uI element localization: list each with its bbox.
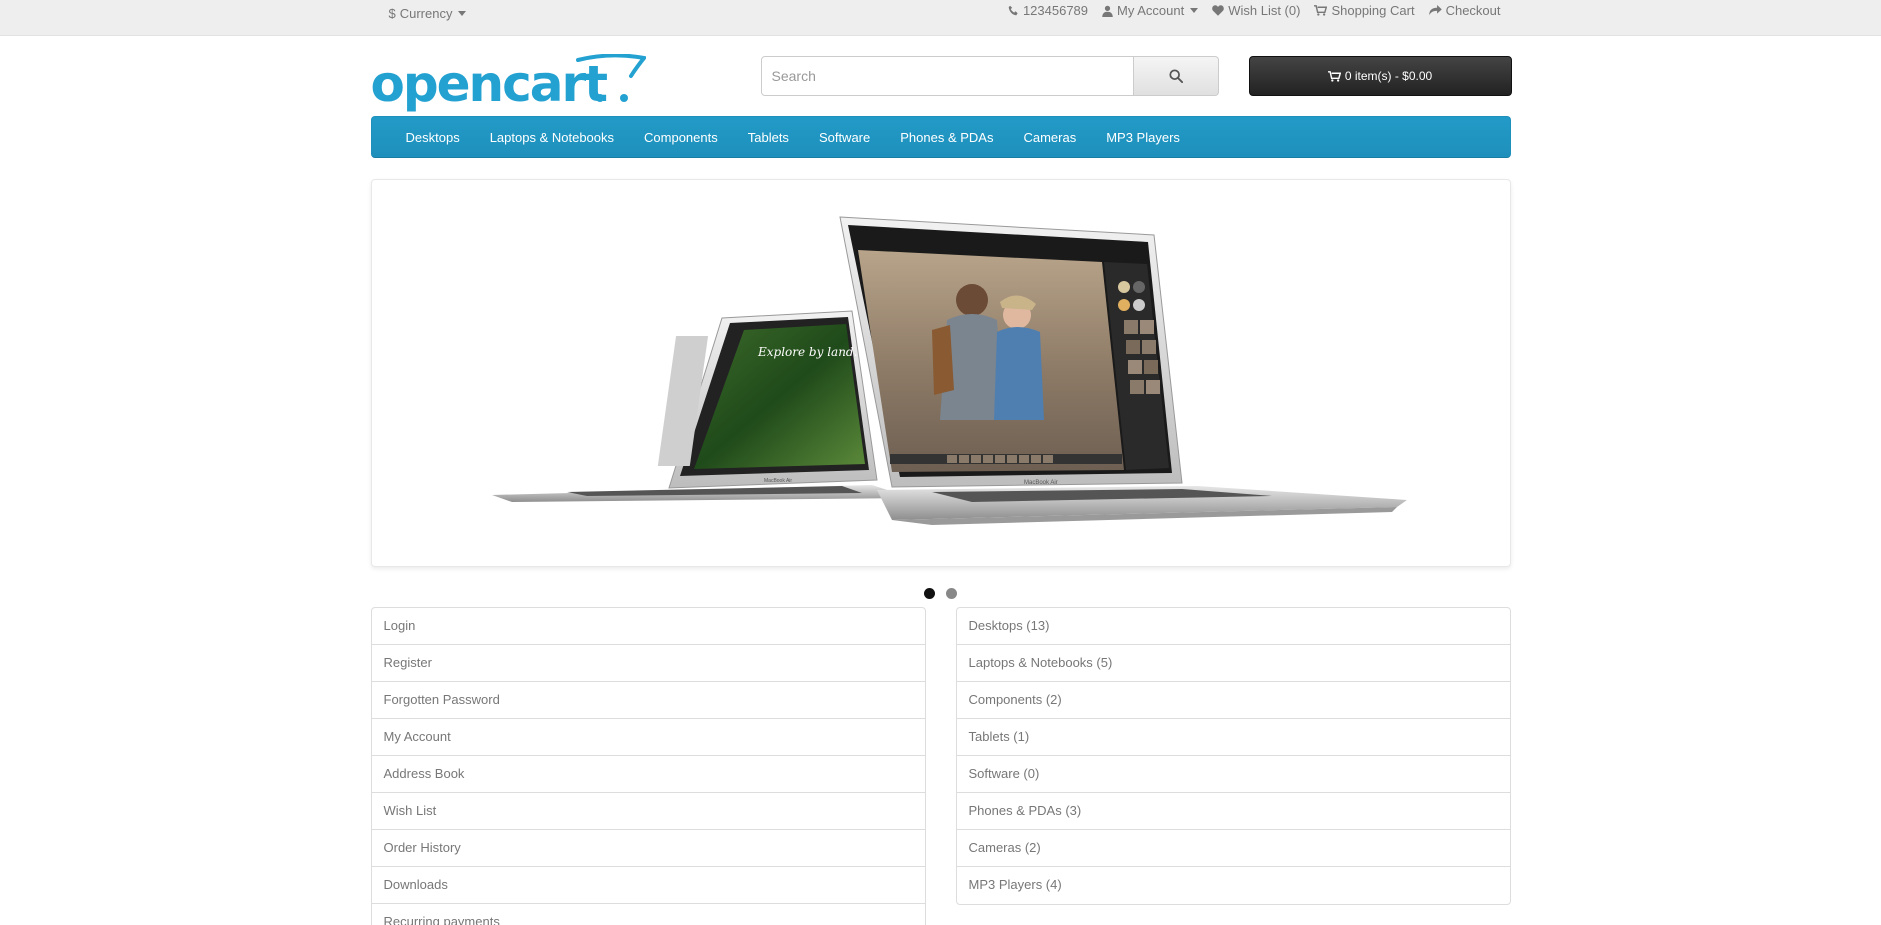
shopping-cart-label: Shopping Cart bbox=[1331, 3, 1415, 18]
cart-summary: 0 item(s) - $0.00 bbox=[1344, 69, 1433, 83]
account-links-list: Login Register Forgotten Password My Acc… bbox=[370, 607, 926, 925]
list-item-wish-list[interactable]: Wish List bbox=[371, 793, 925, 830]
list-item-recurring-payments[interactable]: Recurring payments bbox=[372, 904, 925, 925]
phone-number: 123456789 bbox=[1022, 3, 1089, 18]
phone-link[interactable]: 123456789 bbox=[1008, 3, 1088, 18]
slide-dot-2[interactable] bbox=[946, 588, 957, 599]
menu-item-components[interactable]: Components bbox=[629, 130, 733, 145]
menu-item-tablets[interactable]: Tablets bbox=[733, 130, 804, 145]
list-item-laptops-notebooks[interactable]: Laptops & Notebooks (5) bbox=[956, 645, 1510, 682]
list-item-my-account[interactable]: My Account bbox=[371, 719, 925, 756]
cart-icon bbox=[1314, 5, 1328, 16]
checkout-label: Checkout bbox=[1445, 3, 1501, 18]
header: opencart 0 item(s) - $0.00 bbox=[370, 36, 1512, 116]
currency-label: Currency bbox=[399, 6, 453, 21]
shopping-cart-link[interactable]: Shopping Cart bbox=[1314, 3, 1415, 18]
menu-item-cameras[interactable]: Cameras bbox=[1008, 130, 1091, 145]
currency-dropdown[interactable]: $ Currency bbox=[389, 6, 467, 21]
search-button[interactable] bbox=[1133, 56, 1219, 96]
link-lists: Login Register Forgotten Password My Acc… bbox=[370, 607, 1511, 925]
wish-list-label: Wish List (0) bbox=[1228, 3, 1301, 18]
chevron-down-icon bbox=[458, 11, 467, 16]
list-item-desktops[interactable]: Desktops (13) bbox=[956, 608, 1510, 645]
slide-pagination bbox=[371, 588, 1511, 600]
user-icon bbox=[1102, 5, 1113, 17]
list-item-mp3-players[interactable]: MP3 Players (4) bbox=[957, 867, 1510, 904]
list-item-order-history[interactable]: Order History bbox=[371, 830, 925, 867]
list-item-cameras[interactable]: Cameras (2) bbox=[956, 830, 1510, 867]
heart-icon bbox=[1212, 5, 1225, 16]
currency-symbol: $ bbox=[388, 6, 396, 21]
top-links: 123456789 My Account Wish List (0) Shopp… bbox=[1008, 3, 1501, 18]
slide-dot-1[interactable] bbox=[924, 588, 935, 599]
search-bar bbox=[760, 56, 1219, 96]
logo-text: opencart bbox=[370, 55, 609, 113]
list-item-downloads[interactable]: Downloads bbox=[371, 867, 925, 904]
cart-button[interactable]: 0 item(s) - $0.00 bbox=[1248, 56, 1512, 96]
slide-image-macbook: Explore by land. MacBook Air MacBook Air bbox=[491, 216, 1407, 525]
slideshow[interactable]: Explore by land. MacBook Air MacBook Air bbox=[370, 179, 1511, 567]
list-item-register[interactable]: Register bbox=[371, 645, 925, 682]
list-item-login[interactable]: Login bbox=[371, 608, 925, 645]
list-item-tablets[interactable]: Tablets (1) bbox=[956, 719, 1510, 756]
list-item-forgotten-password[interactable]: Forgotten Password bbox=[371, 682, 925, 719]
search-input[interactable] bbox=[760, 56, 1134, 96]
wish-list-link[interactable]: Wish List (0) bbox=[1212, 3, 1300, 18]
list-item-components[interactable]: Components (2) bbox=[956, 682, 1510, 719]
phone-icon bbox=[1008, 5, 1019, 16]
cart-icon bbox=[1327, 70, 1341, 82]
category-links-list: Desktops (13) Laptops & Notebooks (5) Co… bbox=[955, 607, 1511, 905]
checkout-link[interactable]: Checkout bbox=[1428, 3, 1501, 18]
my-account-dropdown[interactable]: My Account bbox=[1102, 3, 1199, 18]
menu-item-phones-pdas[interactable]: Phones & PDAs bbox=[885, 130, 1008, 145]
menu-item-laptops-notebooks[interactable]: Laptops & Notebooks bbox=[475, 130, 629, 145]
top-bar: $ Currency 123456789 My Account Wish Lis… bbox=[0, 0, 1881, 36]
menu-item-mp3-players[interactable]: MP3 Players bbox=[1091, 130, 1195, 145]
left-laptop-label: MacBook Air bbox=[764, 478, 792, 484]
chevron-down-icon bbox=[1190, 8, 1199, 13]
list-item-phones-pdas[interactable]: Phones & PDAs (3) bbox=[956, 793, 1510, 830]
slide-caption: Explore by land. bbox=[757, 345, 857, 359]
list-item-address-book[interactable]: Address Book bbox=[371, 756, 925, 793]
main-menu: Desktops Laptops & Notebooks Components … bbox=[370, 116, 1511, 158]
search-icon bbox=[1168, 69, 1183, 83]
menu-item-desktops[interactable]: Desktops bbox=[391, 130, 475, 145]
share-icon bbox=[1428, 5, 1442, 16]
logo-cart-icon bbox=[575, 54, 646, 102]
list-item-software[interactable]: Software (0) bbox=[956, 756, 1510, 793]
logo[interactable]: opencart bbox=[370, 54, 646, 113]
menu-item-software[interactable]: Software bbox=[804, 130, 885, 145]
my-account-label: My Account bbox=[1117, 3, 1185, 18]
right-laptop-label: MacBook Air bbox=[1024, 480, 1058, 486]
